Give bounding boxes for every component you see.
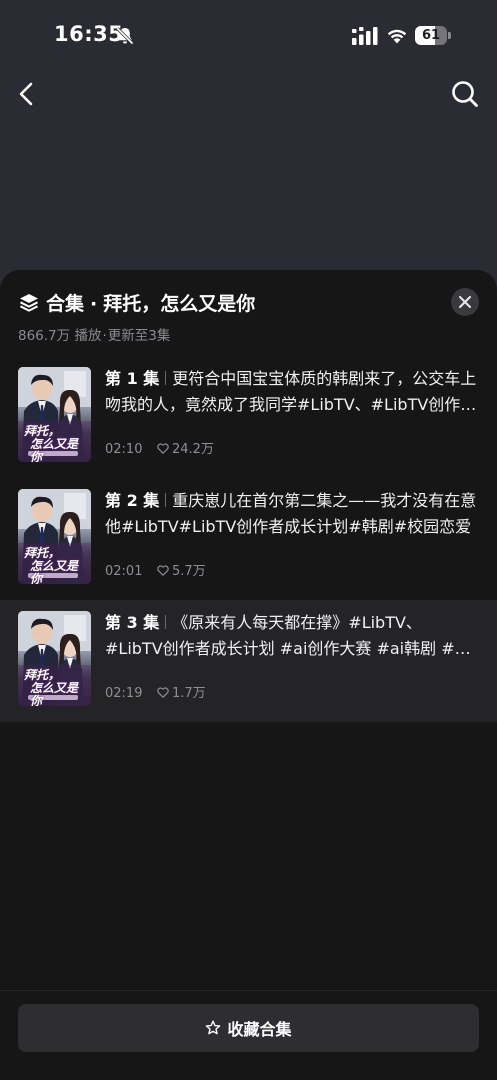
episode-title: 更符合中国宝宝体质的韩剧来了，公交车上吻我的人，竟然成了我同学#LibTV、#L…	[105, 369, 477, 414]
episode-divider	[165, 493, 167, 507]
episode-text: 第 1 集更符合中国宝宝体质的韩剧来了，公交车上吻我的人，竟然成了我同学#Lib…	[105, 366, 477, 418]
episode-item-3[interactable]: 拜托， 怎么又是你 第 3 集《原来有人每天都在撑》#LibTV、#LibTV创…	[0, 600, 497, 722]
search-button[interactable]	[448, 76, 484, 112]
episode-title: 《原来有人每天都在撑》#LibTV、#LibTV创作者成长计划 #ai创作大赛 …	[105, 613, 471, 658]
collect-label: 收藏合集	[227, 1020, 292, 1039]
footer-divider	[0, 990, 497, 991]
collect-collection-button[interactable]: 收藏合集	[18, 1004, 479, 1052]
episode-number: 第 3 集	[105, 613, 160, 632]
episode-number: 第 1 集	[105, 369, 160, 388]
layers-icon	[20, 294, 38, 312]
collection-name: 拜托，怎么又是你	[103, 293, 256, 315]
episode-divider	[165, 615, 167, 629]
close-icon	[459, 296, 471, 308]
signal-icon	[352, 27, 378, 45]
episode-info: 02:10 24.2万	[105, 438, 214, 457]
episode-duration: 02:01	[105, 564, 143, 579]
episode-likes: 24.2万	[172, 442, 214, 457]
close-button[interactable]	[451, 288, 479, 316]
thumbnail-title: 拜托， 怎么又是你	[24, 668, 88, 707]
title-separator: ·	[90, 293, 98, 315]
episode-likes: 5.7万	[172, 564, 206, 579]
heart-icon	[157, 687, 169, 698]
status-bar: 16:35 61	[0, 0, 497, 72]
battery-tip	[448, 32, 451, 39]
thumbnail-title-line2: 怎么又是你	[30, 559, 79, 585]
thumbnail-title-line1: 拜托，	[24, 668, 61, 682]
episode-text: 第 3 集《原来有人每天都在撑》#LibTV、#LibTV创作者成长计划 #ai…	[105, 610, 477, 662]
chevron-left-icon	[19, 82, 33, 106]
collection-sheet: 合集 · 拜托，怎么又是你 866.7万 播放·更新至3集 拜托， 怎么又是你 …	[0, 270, 497, 1080]
play-count: 866.7万 播放	[18, 328, 102, 344]
search-icon	[452, 81, 478, 107]
thumbnail-title-line1: 拜托，	[24, 424, 61, 438]
heart-icon	[157, 443, 169, 454]
battery-body: 61	[415, 26, 447, 45]
battery-icon: 61	[415, 26, 451, 45]
episode-duration: 02:19	[105, 686, 143, 701]
episode-text: 第 2 集重庆崽儿在首尔第二集之——我才没有在意他#LibTV#LibTV创作者…	[105, 488, 477, 540]
battery-level: 61	[421, 28, 441, 43]
episode-info: 02:01 5.7万	[105, 560, 206, 579]
thumbnail-title-line2: 怎么又是你	[30, 681, 79, 707]
update-status: 更新至3集	[107, 328, 171, 344]
star-icon	[206, 1020, 221, 1035]
episode-thumbnail: 拜托， 怎么又是你	[18, 611, 91, 706]
thumbnail-title-line2: 怎么又是你	[30, 437, 79, 463]
sheet-header: 合集 · 拜托，怎么又是你	[18, 288, 438, 318]
bell-slash-icon	[116, 27, 134, 45]
episode-title: 重庆崽儿在首尔第二集之——我才没有在意他#LibTV#LibTV创作者成长计划#…	[105, 491, 477, 536]
episode-item-2[interactable]: 拜托， 怎么又是你 第 2 集重庆崽儿在首尔第二集之——我才没有在意他#LibT…	[0, 478, 497, 600]
thumbnail-title: 拜托， 怎么又是你	[24, 424, 88, 463]
episode-likes: 1.7万	[172, 686, 206, 701]
episode-thumbnail: 拜托， 怎么又是你	[18, 367, 91, 462]
status-time: 16:35	[54, 22, 124, 46]
thumbnail-title: 拜托， 怎么又是你	[24, 546, 88, 585]
heart-icon	[157, 565, 169, 576]
episode-item-1[interactable]: 拜托， 怎么又是你 第 1 集更符合中国宝宝体质的韩剧来了，公交车上吻我的人，竟…	[0, 356, 497, 478]
thumbnail-title-line1: 拜托，	[24, 546, 61, 560]
collection-title: 合集 · 拜托，怎么又是你	[46, 289, 255, 316]
episode-info: 02:19 1.7万	[105, 682, 206, 701]
episode-thumbnail: 拜托， 怎么又是你	[18, 489, 91, 584]
collection-label: 合集	[46, 293, 85, 315]
episode-duration: 02:10	[105, 442, 143, 457]
episode-number: 第 2 集	[105, 491, 160, 510]
collection-meta: 866.7万 播放·更新至3集	[18, 324, 170, 344]
episode-list: 拜托， 怎么又是你 第 1 集更符合中国宝宝体质的韩剧来了，公交车上吻我的人，竟…	[0, 356, 497, 722]
back-button[interactable]	[12, 76, 46, 112]
wifi-icon	[387, 29, 407, 44]
episode-divider	[165, 371, 167, 385]
